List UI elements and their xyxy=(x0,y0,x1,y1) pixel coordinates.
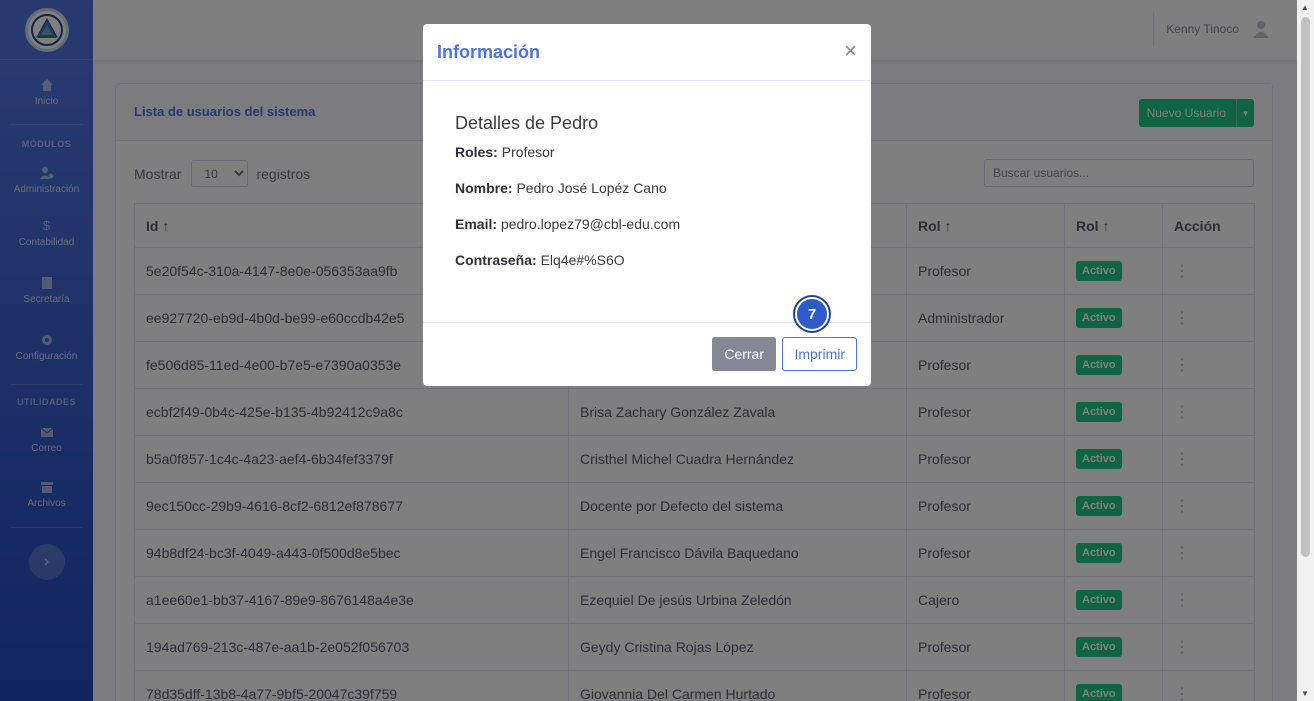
modal-body: Detalles de Pedro Roles: Profesor Nombre… xyxy=(423,81,871,323)
detail-name: Nombre: Pedro José Lopéz Cano xyxy=(455,180,839,216)
print-button[interactable]: Imprimir xyxy=(782,337,857,371)
close-button[interactable]: Cerrar xyxy=(712,337,776,371)
step-marker: 7 xyxy=(795,297,829,331)
scroll-down-icon[interactable]: ▼ xyxy=(1301,689,1309,698)
modal-title: Información xyxy=(437,42,541,62)
info-modal: Información × Detalles de Pedro Roles: P… xyxy=(423,24,871,386)
close-icon[interactable]: × xyxy=(844,38,857,64)
detail-value: Elq4e#%S6O xyxy=(540,252,625,268)
detail-email: Email: pedro.lopez79@cbl-edu.com xyxy=(455,216,839,252)
detail-roles: Roles: Profesor xyxy=(455,144,839,180)
detail-title: Detalles de Pedro xyxy=(455,113,599,133)
detail-label: Nombre: xyxy=(455,180,513,196)
detail-label: Roles: xyxy=(455,144,498,160)
detail-value: Pedro José Lopéz Cano xyxy=(516,180,667,196)
modal-header: Información × xyxy=(423,24,871,81)
scrollbar-thumb[interactable] xyxy=(1301,17,1310,557)
detail-value: pedro.lopez79@cbl-edu.com xyxy=(500,216,681,232)
detail-label: Email: xyxy=(455,216,498,232)
scroll-up-icon[interactable]: ▲ xyxy=(1301,3,1309,12)
detail-password: Contraseña: Elq4e#%S6O xyxy=(455,252,839,288)
detail-value: Profesor xyxy=(501,144,555,160)
page-scrollbar[interactable]: ▲ ▼ xyxy=(1297,0,1314,701)
detail-label: Contraseña: xyxy=(455,252,537,268)
modal-footer: Cerrar Imprimir xyxy=(423,323,871,385)
